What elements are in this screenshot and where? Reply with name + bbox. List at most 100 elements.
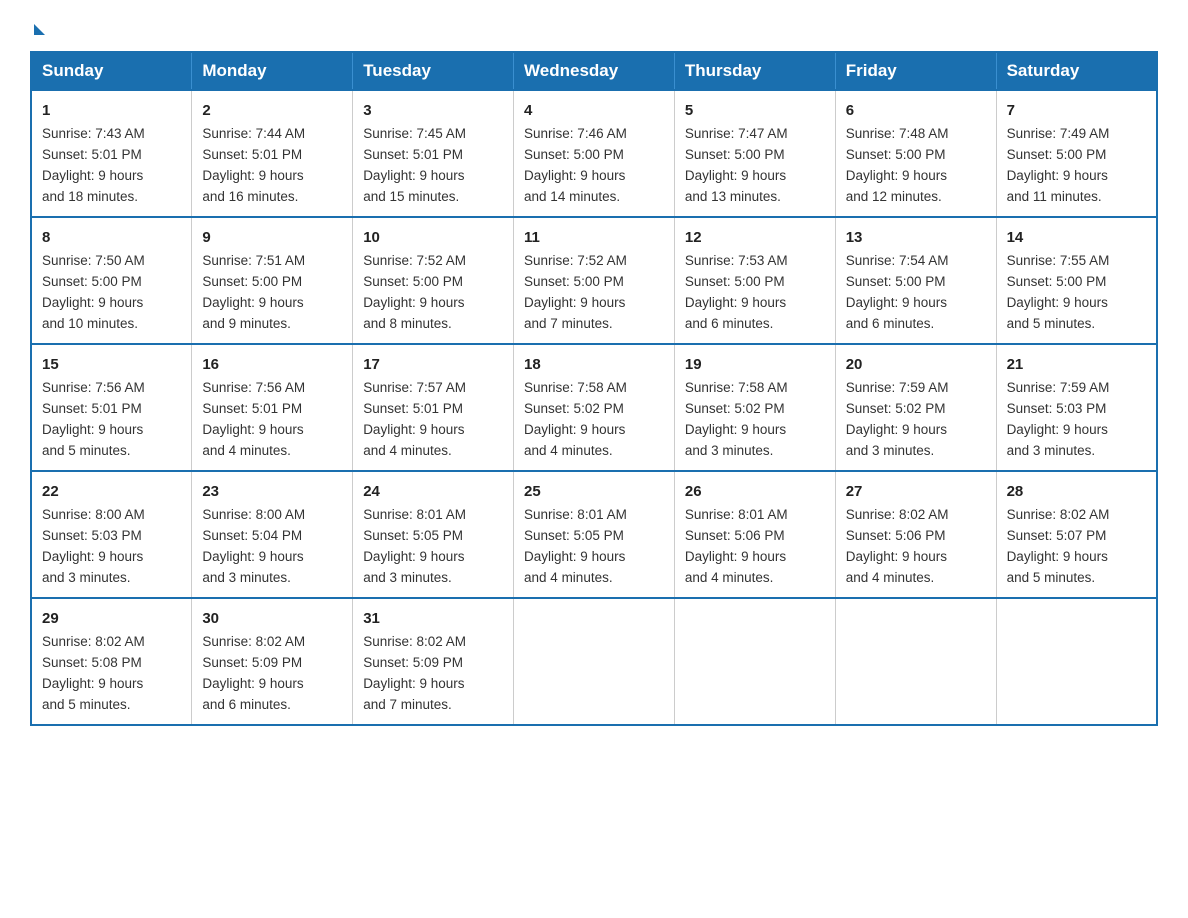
day-info: Sunrise: 7:51 AMSunset: 5:00 PMDaylight:… [202,253,305,331]
calendar-body: 1 Sunrise: 7:43 AMSunset: 5:01 PMDaylight… [31,90,1157,725]
calendar-cell: 2 Sunrise: 7:44 AMSunset: 5:01 PMDaylight… [192,90,353,217]
calendar-cell: 17 Sunrise: 7:57 AMSunset: 5:01 PMDayligh… [353,344,514,471]
day-info: Sunrise: 7:52 AMSunset: 5:00 PMDaylight:… [524,253,627,331]
day-info: Sunrise: 7:50 AMSunset: 5:00 PMDaylight:… [42,253,145,331]
day-number: 11 [524,226,664,249]
day-info: Sunrise: 7:56 AMSunset: 5:01 PMDaylight:… [202,380,305,458]
day-info: Sunrise: 7:58 AMSunset: 5:02 PMDaylight:… [524,380,627,458]
day-info: Sunrise: 7:58 AMSunset: 5:02 PMDaylight:… [685,380,788,458]
day-info: Sunrise: 8:02 AMSunset: 5:09 PMDaylight:… [363,634,466,712]
logo-text [30,26,45,37]
calendar-cell: 5 Sunrise: 7:47 AMSunset: 5:00 PMDaylight… [674,90,835,217]
day-number: 27 [846,480,986,503]
day-info: Sunrise: 8:01 AMSunset: 5:05 PMDaylight:… [524,507,627,585]
day-info: Sunrise: 7:59 AMSunset: 5:02 PMDaylight:… [846,380,949,458]
day-info: Sunrise: 7:53 AMSunset: 5:00 PMDaylight:… [685,253,788,331]
calendar-cell: 15Sunrise: 7:56 AMSunset: 5:01 PMDayligh… [31,344,192,471]
calendar-cell [674,598,835,725]
calendar-table: SundayMondayTuesdayWednesdayThursdayFrid… [30,51,1158,726]
day-info: Sunrise: 8:02 AMSunset: 5:06 PMDaylight:… [846,507,949,585]
day-number: 29 [42,607,181,630]
calendar-cell: 31 Sunrise: 8:02 AMSunset: 5:09 PMDayligh… [353,598,514,725]
day-number: 15 [42,353,181,376]
calendar-cell: 24 Sunrise: 8:01 AMSunset: 5:05 PMDayligh… [353,471,514,598]
day-number: 13 [846,226,986,249]
day-info: Sunrise: 7:49 AMSunset: 5:00 PMDaylight:… [1007,126,1110,204]
day-info: Sunrise: 8:00 AMSunset: 5:04 PMDaylight:… [202,507,305,585]
day-number: 19 [685,353,825,376]
calendar-cell: 11 Sunrise: 7:52 AMSunset: 5:00 PMDayligh… [514,217,675,344]
calendar-cell: 16 Sunrise: 7:56 AMSunset: 5:01 PMDayligh… [192,344,353,471]
header-saturday: Saturday [996,52,1157,90]
day-info: Sunrise: 7:46 AMSunset: 5:00 PMDaylight:… [524,126,627,204]
logo-arrow-icon [34,24,45,35]
day-number: 12 [685,226,825,249]
day-info: Sunrise: 8:02 AMSunset: 5:09 PMDaylight:… [202,634,305,712]
day-info: Sunrise: 8:02 AMSunset: 5:07 PMDaylight:… [1007,507,1110,585]
calendar-cell: 28 Sunrise: 8:02 AMSunset: 5:07 PMDayligh… [996,471,1157,598]
day-number: 28 [1007,480,1146,503]
day-number: 16 [202,353,342,376]
calendar-cell: 7 Sunrise: 7:49 AMSunset: 5:00 PMDaylight… [996,90,1157,217]
day-number: 24 [363,480,503,503]
day-info: Sunrise: 7:43 AMSunset: 5:01 PMDaylight:… [42,126,145,204]
day-number: 21 [1007,353,1146,376]
day-info: Sunrise: 7:57 AMSunset: 5:01 PMDaylight:… [363,380,466,458]
calendar-cell [996,598,1157,725]
header-friday: Friday [835,52,996,90]
calendar-cell: 23 Sunrise: 8:00 AMSunset: 5:04 PMDayligh… [192,471,353,598]
header-sunday: Sunday [31,52,192,90]
day-info: Sunrise: 8:02 AMSunset: 5:08 PMDaylight:… [42,634,145,712]
calendar-cell: 26 Sunrise: 8:01 AMSunset: 5:06 PMDayligh… [674,471,835,598]
calendar-cell: 3Sunrise: 7:45 AMSunset: 5:01 PMDaylight… [353,90,514,217]
calendar-cell: 30 Sunrise: 8:02 AMSunset: 5:09 PMDayligh… [192,598,353,725]
day-number: 2 [202,99,342,122]
day-info: Sunrise: 7:48 AMSunset: 5:00 PMDaylight:… [846,126,949,204]
header-tuesday: Tuesday [353,52,514,90]
day-info: Sunrise: 7:47 AMSunset: 5:00 PMDaylight:… [685,126,788,204]
week-row-1: 1 Sunrise: 7:43 AMSunset: 5:01 PMDaylight… [31,90,1157,217]
day-number: 31 [363,607,503,630]
calendar-cell: 14Sunrise: 7:55 AMSunset: 5:00 PMDayligh… [996,217,1157,344]
calendar-cell: 12 Sunrise: 7:53 AMSunset: 5:00 PMDayligh… [674,217,835,344]
day-info: Sunrise: 7:44 AMSunset: 5:01 PMDaylight:… [202,126,305,204]
calendar-cell: 25Sunrise: 8:01 AMSunset: 5:05 PMDayligh… [514,471,675,598]
day-number: 23 [202,480,342,503]
calendar-cell: 29 Sunrise: 8:02 AMSunset: 5:08 PMDayligh… [31,598,192,725]
day-number: 7 [1007,99,1146,122]
calendar-cell: 20 Sunrise: 7:59 AMSunset: 5:02 PMDayligh… [835,344,996,471]
calendar-cell: 22Sunrise: 8:00 AMSunset: 5:03 PMDayligh… [31,471,192,598]
week-row-4: 22Sunrise: 8:00 AMSunset: 5:03 PMDayligh… [31,471,1157,598]
day-info: Sunrise: 7:45 AMSunset: 5:01 PMDaylight:… [363,126,466,204]
day-info: Sunrise: 7:59 AMSunset: 5:03 PMDaylight:… [1007,380,1110,458]
header-thursday: Thursday [674,52,835,90]
day-number: 20 [846,353,986,376]
calendar-cell: 8 Sunrise: 7:50 AMSunset: 5:00 PMDaylight… [31,217,192,344]
calendar-cell: 10 Sunrise: 7:52 AMSunset: 5:00 PMDayligh… [353,217,514,344]
day-info: Sunrise: 7:54 AMSunset: 5:00 PMDaylight:… [846,253,949,331]
day-number: 26 [685,480,825,503]
calendar-cell: 6Sunrise: 7:48 AMSunset: 5:00 PMDaylight… [835,90,996,217]
day-info: Sunrise: 7:55 AMSunset: 5:00 PMDaylight:… [1007,253,1110,331]
week-row-3: 15 Sunrise: 7:56 AMSunset: 5:01 PMDayligh… [31,344,1157,471]
calendar-cell: 21 Sunrise: 7:59 AMSunset: 5:03 PMDayligh… [996,344,1157,471]
page-header [30,20,1158,33]
calendar-cell [835,598,996,725]
day-number: 9 [202,226,342,249]
day-number: 10 [363,226,503,249]
calendar-cell: 13 Sunrise: 7:54 AMSunset: 5:00 PMDayligh… [835,217,996,344]
day-number: 30 [202,607,342,630]
calendar-cell: 4Sunrise: 7:46 AMSunset: 5:00 PMDaylight… [514,90,675,217]
day-info: Sunrise: 8:01 AMSunset: 5:05 PMDaylight:… [363,507,466,585]
header-monday: Monday [192,52,353,90]
day-number: 1 [42,99,181,122]
day-info: Sunrise: 8:01 AMSunset: 5:06 PMDaylight:… [685,507,788,585]
calendar-cell: 19 Sunrise: 7:58 AMSunset: 5:02 PMDayligh… [674,344,835,471]
calendar-cell: 18Sunrise: 7:58 AMSunset: 5:02 PMDayligh… [514,344,675,471]
day-number: 8 [42,226,181,249]
calendar-header: SundayMondayTuesdayWednesdayThursdayFrid… [31,52,1157,90]
day-info: Sunrise: 7:52 AMSunset: 5:00 PMDaylight:… [363,253,466,331]
calendar-cell: 1 Sunrise: 7:43 AMSunset: 5:01 PMDaylight… [31,90,192,217]
day-number: 17 [363,353,503,376]
day-number: 5 [685,99,825,122]
